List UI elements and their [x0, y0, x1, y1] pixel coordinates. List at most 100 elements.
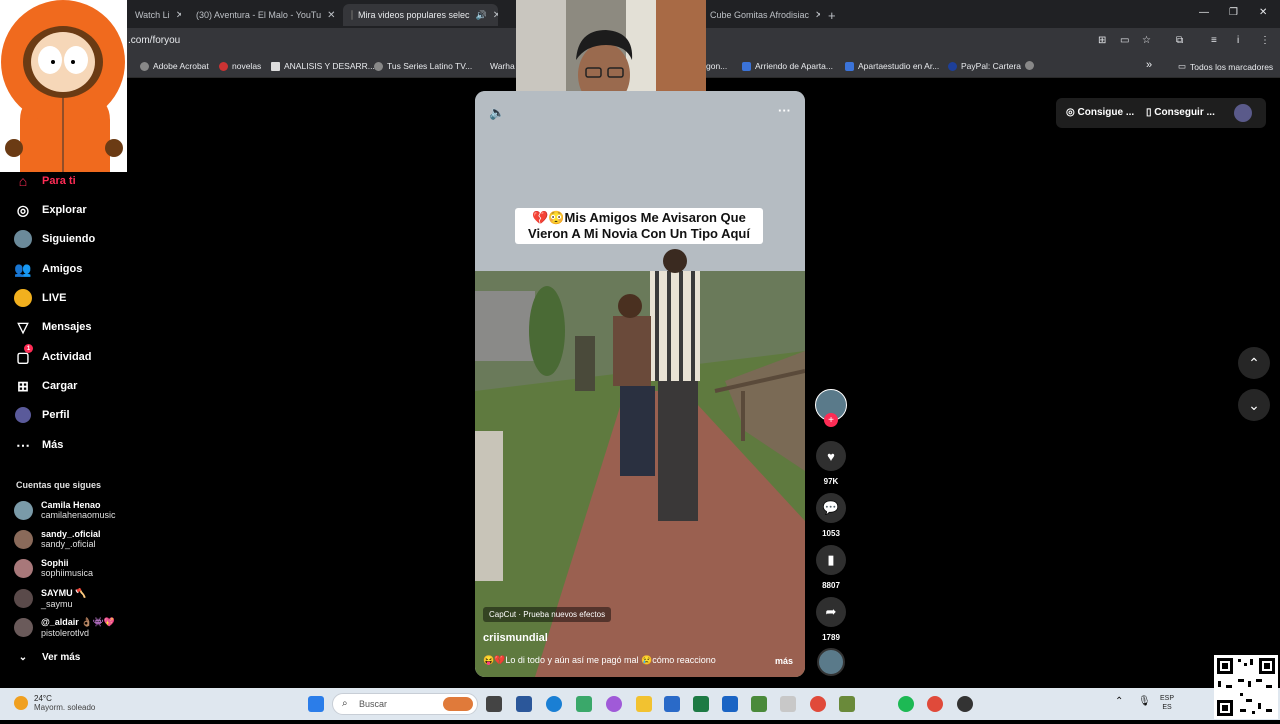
nav-label: Siguiendo — [42, 233, 96, 245]
copilot-icon[interactable] — [606, 696, 622, 712]
nav-actividad[interactable]: ▢ 1 Actividad — [14, 344, 92, 366]
video-description: 😝💔Lo di todo y aún así me pagó mal 😢cómo… — [483, 655, 716, 665]
followed-account[interactable]: SAYMU 🪓 _saymu — [14, 588, 86, 609]
followed-account[interactable]: @_aldair 👌🏽👾💖 pistolerotlvd — [14, 617, 115, 638]
share-button[interactable]: ➦ 1789 — [815, 597, 847, 642]
bookmark-item[interactable]: Tus Series Latino TV... — [374, 61, 472, 71]
bookmark-label: novelas — [232, 61, 262, 71]
taskbar-search[interactable]: ⌕ Buscar — [332, 693, 478, 715]
tray-chevron-icon[interactable]: ⌃ — [1115, 696, 1131, 712]
tab-youtube[interactable]: (30) Aventura - El Malo - YouTu ✕ — [183, 4, 338, 26]
next-video-button[interactable]: ⌄ — [1238, 389, 1270, 421]
video-player[interactable]: 🔈 ··· 💔😳Mis Amigos Me Avisaron Que Viero… — [475, 91, 805, 677]
store-icon[interactable] — [664, 696, 680, 712]
bookmark-item[interactable]: ANALISIS Y DESARR... — [271, 61, 375, 71]
nav-explorar[interactable]: ◎ Explorar — [14, 201, 87, 219]
bookmark-item[interactable]: Warha — [490, 61, 515, 71]
bookmark-item[interactable]: Apartaestudio en Ar... — [845, 61, 939, 71]
minecraft-icon[interactable] — [751, 696, 767, 712]
nav-siguiendo[interactable]: Siguiendo — [14, 230, 95, 248]
bookmark-item[interactable]: Arriendo de Aparta... — [742, 61, 833, 71]
reading-list-icon[interactable]: ≡ — [1211, 35, 1223, 47]
bookmark-item[interactable]: Adobe Acrobat — [140, 61, 209, 71]
chrome-icon[interactable] — [810, 696, 826, 712]
author-avatar-button[interactable]: + — [815, 389, 847, 427]
chrome-active-icon[interactable] — [927, 696, 943, 712]
obs-icon[interactable] — [957, 696, 973, 712]
followed-account[interactable]: Sophii sophiimusica — [14, 558, 93, 578]
bookmarks-overflow-button[interactable]: » — [1146, 59, 1152, 71]
close-window-icon[interactable]: ✕ — [1259, 7, 1267, 18]
more-link[interactable]: más — [775, 656, 793, 666]
heart-icon: ♥ — [816, 441, 846, 471]
word-icon[interactable] — [516, 696, 532, 712]
bookmark-item[interactable] — [1025, 61, 1038, 70]
bookmark-item[interactable]: gon... — [706, 61, 727, 71]
volume-icon[interactable]: 🔈 — [489, 105, 505, 121]
extensions-icon[interactable]: ⧉ — [1176, 35, 1188, 47]
save-button[interactable]: ▮ 8807 — [815, 545, 847, 590]
account-handle: _saymu — [41, 599, 73, 609]
like-button[interactable]: ♥ 97K — [815, 441, 847, 486]
outlook-icon[interactable] — [722, 696, 738, 712]
nav-perfil[interactable]: Perfil — [14, 406, 70, 424]
save-count: 8807 — [822, 581, 840, 590]
tab-tiktok[interactable]: Mira videos populares selec 🔊 ✕ — [343, 4, 498, 26]
nav-mas[interactable]: ⋯ Más — [14, 436, 63, 454]
nav-mensajes[interactable]: ▽ Mensajes — [14, 318, 92, 336]
followed-account[interactable]: Camila Henao camilahenaomusic — [14, 500, 116, 520]
sound-avatar-button[interactable] — [815, 648, 847, 676]
audio-icon[interactable]: 🔊 — [476, 10, 487, 21]
tab-watch[interactable]: Watch Li ✕ — [127, 4, 181, 26]
file-explorer-icon[interactable] — [636, 696, 652, 712]
nav-cargar[interactable]: ⊞ Cargar — [14, 377, 77, 395]
nav-live[interactable]: LIVE — [14, 289, 66, 307]
spotify-icon[interactable] — [898, 696, 914, 712]
close-icon[interactable]: ✕ — [809, 10, 820, 21]
previous-video-button[interactable]: ⌃ — [1238, 347, 1270, 379]
app-icon[interactable] — [780, 696, 796, 712]
task-view-icon[interactable] — [486, 696, 502, 712]
close-icon[interactable]: ✕ — [487, 10, 498, 21]
video-author[interactable]: criismundial — [483, 632, 548, 644]
comment-button[interactable]: 💬 1053 — [815, 493, 847, 538]
capcut-tag[interactable]: CapCut · Prueba nuevos efectos — [483, 607, 612, 622]
android-studio-icon[interactable] — [576, 696, 592, 712]
edge-icon[interactable] — [546, 696, 562, 712]
menu-icon[interactable]: ⋮ — [1260, 35, 1272, 47]
windows-start-icon[interactable] — [308, 696, 324, 712]
translate-icon[interactable]: ⊞ — [1098, 35, 1110, 47]
all-bookmarks-button[interactable]: ▭ Todos los marcadores — [1178, 61, 1273, 72]
close-icon[interactable]: ✕ — [321, 10, 335, 21]
game-icon[interactable] — [839, 696, 855, 712]
new-tab-button[interactable]: + — [820, 4, 840, 26]
bookmark-icon — [271, 61, 280, 71]
url-field[interactable]: .com/foryou — [128, 35, 180, 46]
more-options-icon[interactable]: ··· — [778, 103, 791, 118]
see-more-button[interactable]: ⌄ Ver más — [14, 648, 81, 666]
excel-icon[interactable] — [693, 696, 709, 712]
language-indicator[interactable]: ESP ES — [1160, 694, 1174, 712]
minimize-icon[interactable]: — — [1199, 7, 1209, 18]
microphone-icon[interactable]: 🎙 — [1138, 696, 1154, 712]
close-icon[interactable]: ✕ — [170, 10, 181, 21]
bookmark-star-icon[interactable]: ☆ — [1142, 35, 1154, 47]
tab-gomitas[interactable]: Cube Gomitas Afrodisiac ✕ — [702, 4, 820, 26]
bookmark-item[interactable]: PayPal: Cartera — [948, 61, 1021, 71]
account-handle: pistolerotlvd — [41, 628, 90, 638]
nav-amigos[interactable]: 👥 Amigos — [14, 260, 82, 278]
nav-para-ti[interactable]: ⌂ Para ti — [14, 172, 76, 190]
restore-icon[interactable]: ❐ — [1229, 7, 1238, 18]
share-icon: ➦ — [816, 597, 846, 627]
get-app-button[interactable]: ▯ Conseguir ... — [1146, 107, 1215, 118]
follow-plus-icon[interactable]: + — [824, 413, 838, 427]
weather-widget[interactable]: 24°C Mayorm. soleado — [14, 694, 95, 712]
user-avatar[interactable] — [1234, 104, 1252, 122]
get-coins-button[interactable]: ◎ Consigue ... — [1066, 107, 1134, 118]
bookmark-item[interactable]: novelas — [219, 61, 261, 71]
profile-icon[interactable]: i — [1237, 35, 1249, 47]
language-label: ESP — [1160, 695, 1175, 702]
cast-icon[interactable]: ▭ — [1120, 35, 1132, 47]
followed-account[interactable]: sandy_.oficial sandy_.oficial — [14, 529, 101, 549]
chevron-down-icon: ⌄ — [18, 651, 28, 663]
